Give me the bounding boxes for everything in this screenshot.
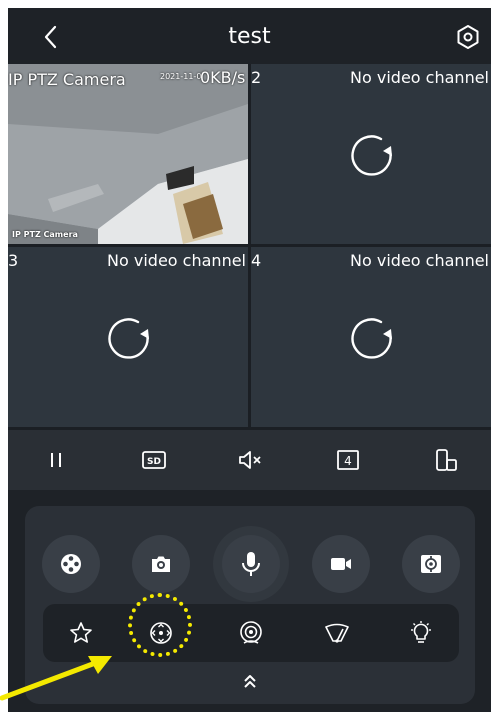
light-bulb-icon[interactable]: [407, 619, 435, 647]
pause-icon[interactable]: [42, 446, 70, 474]
channel-2-number: 2: [251, 68, 262, 87]
cruise-view-icon[interactable]: [237, 619, 265, 647]
microphone-icon: [242, 552, 260, 576]
record-button[interactable]: [312, 535, 370, 593]
video-record-icon: [331, 558, 351, 570]
channel-1-name: IP PTZ Camera: [8, 70, 126, 89]
double-chevron-up-icon[interactable]: [240, 672, 260, 692]
settings-icon[interactable]: [455, 24, 481, 50]
channel-4-status: No video channel: [350, 251, 489, 270]
channel-1-timestamp: 2021-11-0: [160, 72, 202, 81]
favorite-star-icon[interactable]: [67, 619, 95, 647]
snapshot-camera-icon: [152, 556, 170, 572]
rotate-screen-icon[interactable]: [432, 446, 460, 474]
video-grid: IP PTZ Camera 2021-11-0 0KB/s IP PTZ Cam…: [8, 64, 491, 430]
split-label: 4: [344, 454, 352, 468]
channel-3-number: 3: [8, 251, 19, 270]
snapshot-button[interactable]: [132, 535, 190, 593]
ptz-tools-bar: [43, 604, 459, 662]
sd-label: SD: [147, 457, 161, 467]
channel-2-cell[interactable]: 2 No video channel: [251, 64, 491, 244]
control-panel: [25, 506, 475, 704]
talk-button-inner: [222, 535, 280, 593]
channel-4-cell[interactable]: 4 No video channel: [251, 247, 491, 427]
page-title: test: [228, 24, 271, 49]
split-4-icon[interactable]: 4: [334, 446, 362, 474]
film-reel-icon: [61, 554, 81, 574]
sd-quality-icon[interactable]: SD: [140, 446, 168, 474]
app-window: test IP PTZ Camera 2021-11-0 0KB/s IP PT…: [8, 8, 491, 712]
camera-feed-image: [8, 64, 248, 244]
wiper-icon[interactable]: [323, 619, 351, 647]
channel-3-cell[interactable]: 3 No video channel: [8, 247, 248, 427]
playback-button[interactable]: [42, 535, 100, 593]
channel-1-cell[interactable]: IP PTZ Camera 2021-11-0 0KB/s IP PTZ Cam…: [8, 64, 248, 244]
channel-3-status: No video channel: [107, 251, 246, 270]
header-bar: test: [8, 8, 491, 64]
channel-1-osd-label: IP PTZ Camera: [12, 230, 78, 239]
playback-toolbar: SD 4: [8, 430, 491, 490]
reload-icon[interactable]: [349, 132, 395, 178]
channel-2-status: No video channel: [350, 68, 489, 87]
mute-icon[interactable]: [236, 446, 264, 474]
reload-icon[interactable]: [349, 315, 395, 361]
talk-button[interactable]: [213, 526, 289, 602]
reload-icon[interactable]: [106, 315, 152, 361]
channel-1-bitrate: 0KB/s: [200, 68, 246, 87]
ptz-direction-icon[interactable]: [147, 619, 175, 647]
ptz-preset-button[interactable]: [402, 535, 460, 593]
channel-4-number: 4: [251, 251, 262, 270]
ptz-target-icon: [421, 555, 441, 573]
